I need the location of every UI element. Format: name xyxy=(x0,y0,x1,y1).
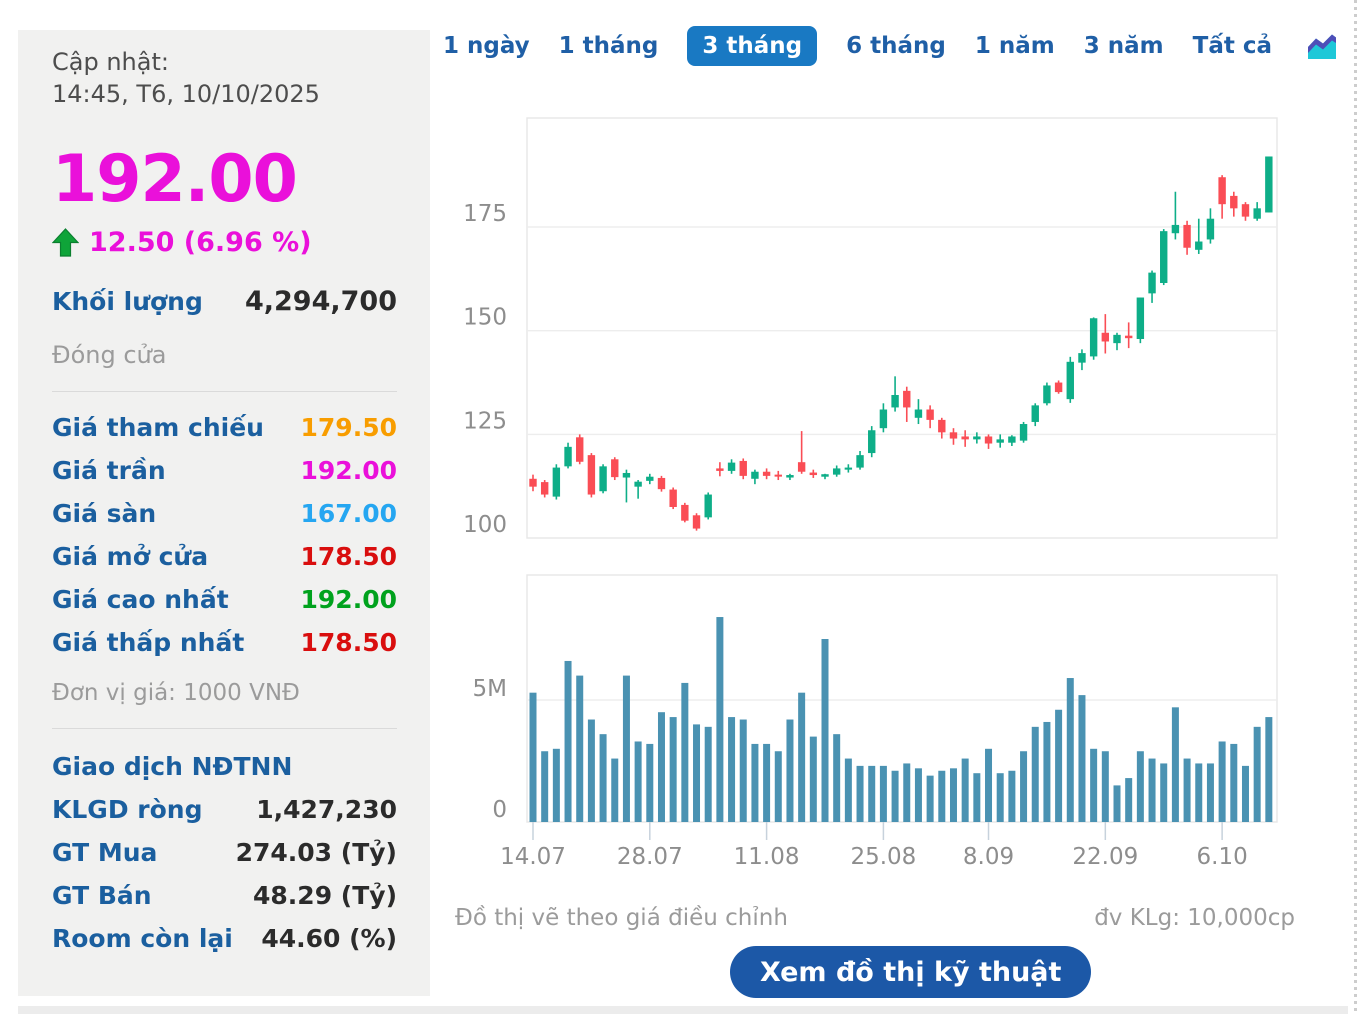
row-label: KLGD ròng xyxy=(52,795,203,824)
foreign-trading-header: Giao dịch NĐTNN xyxy=(52,752,293,781)
tab-6-thang[interactable]: 6 tháng xyxy=(846,26,946,66)
row-value: 192.00 xyxy=(300,585,397,614)
arrow-up-icon xyxy=(52,228,79,257)
updated-time: 14:45, T6, 10/10/2025 xyxy=(52,80,320,108)
divider xyxy=(52,728,397,729)
svg-text:125: 125 xyxy=(463,408,507,434)
table-row-net-volume: KLGD ròng 1,427,230 xyxy=(52,788,397,831)
svg-text:8.09: 8.09 xyxy=(963,844,1014,870)
svg-text:14.07: 14.07 xyxy=(500,844,566,870)
table-row-floor-price: Giá sàn 167.00 xyxy=(52,492,397,535)
tab-1-thang[interactable]: 1 tháng xyxy=(559,26,659,66)
svg-text:6.10: 6.10 xyxy=(1197,844,1248,870)
svg-text:22.09: 22.09 xyxy=(1072,844,1138,870)
row-label: Giá trần xyxy=(52,456,166,485)
svg-text:25.08: 25.08 xyxy=(850,844,916,870)
table-row-open-price: Giá mở cửa 178.50 xyxy=(52,535,397,578)
volume-row: Khối lượng 4,294,700 xyxy=(52,286,397,317)
row-value: 44.60 (%) xyxy=(261,924,397,953)
price-change-value: 12.50 (6.96 %) xyxy=(89,227,312,258)
quote-panel: Cập nhật: 14:45, T6, 10/10/2025 192.00 1… xyxy=(18,30,430,996)
table-row-low-price: Giá thấp nhất 178.50 xyxy=(52,621,397,664)
last-price: 192.00 xyxy=(52,142,298,217)
row-value: 192.00 xyxy=(300,456,397,485)
table-row-sell-value: GT Bán 48.29 (Tỷ) xyxy=(52,874,397,917)
row-label: GT Mua xyxy=(52,838,158,867)
row-label: Giá thấp nhất xyxy=(52,628,245,657)
row-value: 48.29 (Tỷ) xyxy=(253,881,397,910)
volume-label: Khối lượng xyxy=(52,287,203,316)
bottom-section-strip xyxy=(18,1006,1348,1014)
price-unit-note: Đơn vị giá: 1000 VNĐ xyxy=(52,680,300,706)
volume-unit-note: đv KLg: 10,000cp xyxy=(1094,905,1295,931)
row-value: 274.03 (Tỷ) xyxy=(235,838,397,867)
table-row-ref-price: Giá tham chiếu 179.50 xyxy=(52,406,397,449)
row-value: 179.50 xyxy=(300,413,397,442)
row-label: GT Bán xyxy=(52,881,152,910)
table-row-room-left: Room còn lại 44.60 (%) xyxy=(52,917,397,960)
divider xyxy=(52,391,397,392)
tab-tat-ca[interactable]: Tất cả xyxy=(1193,26,1272,66)
row-value: 178.50 xyxy=(300,628,397,657)
table-row-buy-value: GT Mua 274.03 (Tỷ) xyxy=(52,831,397,874)
row-label: Giá mở cửa xyxy=(52,542,209,571)
updated-caption: Cập nhật: xyxy=(52,48,169,76)
svg-text:11.08: 11.08 xyxy=(734,844,800,870)
session-status: Đóng cửa xyxy=(52,341,167,369)
price-change-row: 12.50 (6.96 %) xyxy=(52,227,397,258)
tab-1-nam[interactable]: 1 năm xyxy=(975,26,1055,66)
row-value: 167.00 xyxy=(300,499,397,528)
row-label: Room còn lại xyxy=(52,924,233,953)
table-row-ceiling-price: Giá trần 192.00 xyxy=(52,449,397,492)
updated-label: Cập nhật: 14:45, T6, 10/10/2025 xyxy=(52,46,397,110)
foreign-trading-table: KLGD ròng 1,427,230 GT Mua 274.03 (Tỷ) G… xyxy=(52,788,397,960)
svg-text:150: 150 xyxy=(463,305,507,331)
tab-3-nam[interactable]: 3 năm xyxy=(1084,26,1164,66)
volume-value: 4,294,700 xyxy=(244,286,397,317)
tab-1-ngay[interactable]: 1 ngày xyxy=(443,26,530,66)
price-table: Giá tham chiếu 179.50 Giá trần 192.00 Gi… xyxy=(52,406,397,664)
tab-3-thang-selected[interactable]: 3 tháng xyxy=(687,26,818,66)
svg-text:0: 0 xyxy=(492,797,507,823)
row-value: 178.50 xyxy=(300,542,397,571)
row-value: 1,427,230 xyxy=(256,795,397,824)
row-label: Giá cao nhất xyxy=(52,585,229,614)
scrollbar[interactable] xyxy=(1354,0,1357,1014)
svg-text:100: 100 xyxy=(463,512,507,538)
svg-text:175: 175 xyxy=(463,201,507,227)
time-range-tabs: 1 ngày 1 tháng 3 tháng 6 tháng 1 năm 3 n… xyxy=(443,26,1339,66)
technical-chart-button[interactable]: Xem đồ thị kỹ thuật xyxy=(730,946,1092,998)
adjusted-price-note: Đồ thị vẽ theo giá điều chỉnh xyxy=(455,905,788,931)
svg-text:28.07: 28.07 xyxy=(617,844,683,870)
table-row-high-price: Giá cao nhất 192.00 xyxy=(52,578,397,621)
svg-text:5M: 5M xyxy=(473,676,507,702)
row-label: Giá tham chiếu xyxy=(52,413,264,442)
area-chart-icon[interactable] xyxy=(1305,30,1339,62)
row-label: Giá sàn xyxy=(52,499,157,528)
